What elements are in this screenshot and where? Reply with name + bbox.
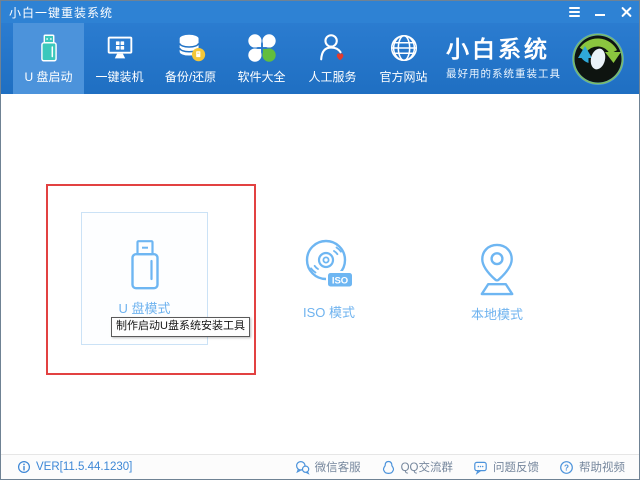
mode-iso-label: ISO 模式: [303, 302, 355, 321]
minimize-button[interactable]: [587, 1, 613, 23]
tooltip: 制作启动U盘系统安装工具: [111, 317, 250, 337]
qq-icon: [381, 460, 396, 475]
recycle-arrows-logo: [571, 32, 625, 86]
close-icon: [621, 7, 632, 18]
nav-item-label: 备份/还原: [165, 68, 216, 85]
clover-apps-icon: [245, 31, 279, 65]
nav-item-one-click-install[interactable]: 一键装机: [84, 23, 155, 94]
window-controls: [561, 1, 639, 23]
iso-badge-text: ISO: [332, 275, 348, 286]
close-button[interactable]: [613, 1, 639, 23]
nav-item-support[interactable]: 人工服务: [297, 23, 368, 94]
mode-usb-label: U 盘模式: [118, 298, 170, 317]
nav-item-label: 软件大全: [237, 68, 285, 85]
footer-link-label: QQ交流群: [401, 459, 453, 475]
status-bar: VER[11.5.44.1230] 微信客服 QQ交流群: [1, 454, 639, 479]
map-pin-icon: [474, 242, 520, 297]
nav-item-label: 一键装机: [95, 68, 143, 85]
footer-link-wechat[interactable]: 微信客服: [295, 459, 361, 475]
mode-local[interactable]: 本地模式: [459, 242, 535, 323]
svg-text:?: ?: [564, 463, 569, 472]
version-info[interactable]: VER[11.5.44.1230]: [17, 460, 132, 474]
footer-link-label: 帮助视频: [579, 459, 625, 475]
nav-item-website[interactable]: 官方网站: [368, 23, 439, 94]
usb-drive-icon: [32, 31, 66, 65]
feedback-bubble-icon: [473, 460, 488, 475]
version-text: VER[11.5.44.1230]: [36, 461, 132, 473]
app-window: 小白一键重装系统 U 盘启动: [0, 0, 640, 480]
globe-icon: [387, 31, 421, 65]
main-content: U 盘模式 ISO ISO 模式: [1, 94, 639, 454]
nav-item-usb-boot[interactable]: U 盘启动: [13, 23, 84, 94]
nav-item-backup-restore[interactable]: 备份/还原: [155, 23, 226, 94]
iso-disc-icon: ISO: [304, 237, 354, 295]
menu-icon: [569, 7, 580, 17]
brand-name: 小白系统: [446, 36, 561, 62]
database-backup-icon: [174, 31, 208, 65]
nav-item-label: U 盘启动: [24, 68, 72, 85]
footer-link-qq[interactable]: QQ交流群: [381, 459, 453, 475]
usb-outline-icon: [126, 239, 164, 291]
minimize-icon: [595, 14, 605, 16]
nav-item-label: 人工服务: [308, 68, 356, 85]
help-question-icon: ?: [559, 460, 574, 475]
brand-slogan: 最好用的系统重装工具: [446, 66, 561, 81]
monitor-windows-icon: [103, 31, 137, 65]
footer-link-help[interactable]: ? 帮助视频: [559, 459, 625, 475]
footer-links: 微信客服 QQ交流群 问题反馈: [295, 459, 625, 475]
title-bar: 小白一键重装系统: [1, 1, 639, 23]
window-title: 小白一键重装系统: [1, 4, 113, 21]
nav-item-software[interactable]: 软件大全: [226, 23, 297, 94]
mode-iso[interactable]: ISO ISO 模式: [289, 237, 369, 321]
menu-button[interactable]: [561, 1, 587, 23]
footer-link-label: 问题反馈: [493, 459, 539, 475]
person-heart-icon: [316, 31, 350, 65]
footer-link-feedback[interactable]: 问题反馈: [473, 459, 539, 475]
nav-item-label: 官方网站: [379, 68, 427, 85]
brand-area: 小白系统 最好用的系统重装工具: [446, 23, 639, 94]
footer-link-label: 微信客服: [315, 459, 361, 475]
mode-local-label: 本地模式: [471, 304, 523, 323]
wechat-icon: [295, 460, 310, 475]
info-icon: [17, 460, 31, 474]
